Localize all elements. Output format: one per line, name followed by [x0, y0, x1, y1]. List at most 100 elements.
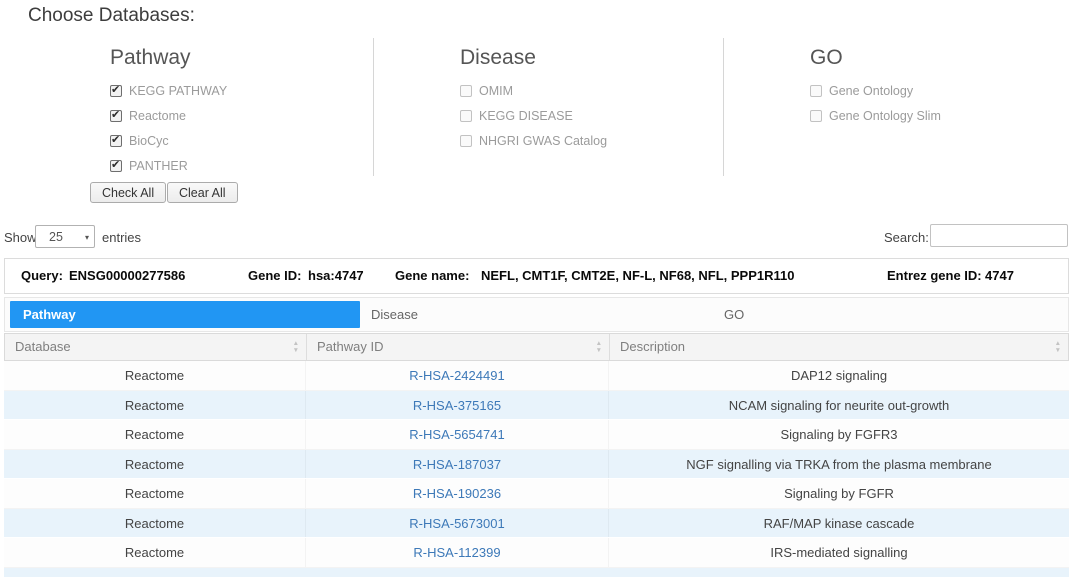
cell-description: DAP12 signaling — [790, 368, 888, 383]
table-row: Reactome R-HSA-5673001 RAF/MAP kinase ca… — [4, 508, 1069, 538]
cell-description: Signaling by FGFR — [784, 486, 894, 501]
checkbox-item-kegg-disease[interactable]: KEGG DISEASE — [460, 108, 710, 123]
cell-pathway-id: R-HSA-190236 — [306, 479, 609, 508]
query-value: ENSG00000277586 — [69, 268, 186, 283]
table-row: Reactome R-HSA-2424491 DAP12 signaling — [4, 361, 1069, 391]
show-label: Show — [4, 230, 37, 245]
cell-description: Signaling by FGFR3 — [780, 427, 898, 442]
search-label: Search: — [884, 230, 929, 245]
checkbox-label: Reactome — [129, 108, 186, 123]
table-row-partial — [4, 567, 1069, 577]
section-header-go: GO — [810, 46, 843, 69]
gene-id-value: hsa:4747 — [308, 268, 364, 283]
pathway-id-link[interactable]: R-HSA-375165 — [413, 398, 501, 413]
tab-pathway[interactable]: Pathway — [10, 301, 360, 328]
cell-pathway-id: R-HSA-5654741 — [306, 420, 609, 449]
checkbox-label: BioCyc — [129, 133, 169, 148]
pathway-id-link[interactable]: R-HSA-190236 — [413, 486, 501, 501]
table-row: Reactome R-HSA-375165 NCAM signaling for… — [4, 390, 1069, 420]
cell-database: Reactome — [4, 420, 306, 449]
checkbox-label: Gene Ontology Slim — [829, 108, 941, 123]
section-divider — [723, 38, 724, 176]
entries-label: entries — [102, 230, 142, 245]
column-header-description[interactable]: Description ▲ ▼ — [610, 334, 1068, 360]
checkbox-gene-ontology[interactable] — [810, 84, 822, 97]
checkbox-omim[interactable] — [460, 84, 472, 97]
section-header-disease: Disease — [460, 46, 536, 69]
column-header-pathway-id[interactable]: Pathway ID ▲ ▼ — [307, 334, 610, 360]
checkbox-panther[interactable] — [110, 159, 122, 172]
tab-disease[interactable]: Disease — [371, 298, 418, 331]
column-header-label: Description — [620, 339, 686, 354]
table-row: Reactome R-HSA-5654741 Signaling by FGFR… — [4, 420, 1069, 450]
pathway-id-link[interactable]: R-HSA-187037 — [413, 457, 501, 472]
check-all-button[interactable]: Check All — [90, 182, 167, 203]
sort-icon[interactable]: ▲ ▼ — [1055, 340, 1061, 354]
checkbox-kegg-pathway[interactable] — [110, 84, 122, 97]
checkbox-item-panther[interactable]: PANTHER — [110, 158, 360, 173]
checkbox-label: PANTHER — [129, 158, 188, 173]
cell-description: NGF signalling via TRKA from the plasma … — [686, 456, 992, 472]
sort-icon[interactable]: ▲ ▼ — [293, 340, 299, 354]
table-row: Reactome R-HSA-190236 Signaling by FGFR — [4, 479, 1069, 509]
chevron-down-icon: ▾ — [84, 233, 89, 242]
cell-database: Reactome — [4, 449, 306, 478]
cell-database: Reactome — [4, 479, 306, 508]
cell-description: RAF/MAP kinase cascade — [763, 515, 915, 531]
checkbox-label: NHGRI GWAS Catalog — [479, 133, 608, 148]
checkbox-item-kegg-pathway[interactable]: KEGG PATHWAY — [110, 83, 360, 98]
pathway-id-link[interactable]: R-HSA-5673001 — [409, 516, 504, 531]
checkbox-gene-ontology-slim[interactable] — [810, 109, 822, 122]
cell-pathway-id: R-HSA-112399 — [306, 538, 609, 567]
cell-pathway-id: R-HSA-5673001 — [306, 508, 609, 537]
page-length-select[interactable]: 25 ▾ — [35, 225, 95, 248]
checkbox-label: KEGG DISEASE — [479, 108, 573, 123]
checkbox-item-reactome[interactable]: Reactome — [110, 108, 360, 123]
checkbox-item-gene-ontology-slim[interactable]: Gene Ontology Slim — [810, 108, 1060, 123]
section-divider — [373, 38, 374, 176]
result-tab-strip: Pathway Disease GO — [4, 297, 1069, 332]
cell-database: Reactome — [4, 508, 306, 537]
pathway-id-link[interactable]: R-HSA-112399 — [413, 545, 500, 560]
sort-icon[interactable]: ▲ ▼ — [596, 340, 602, 354]
tab-pathway-label: Pathway — [23, 307, 76, 322]
query-label: Query: — [21, 268, 63, 283]
cell-database: Reactome — [4, 538, 306, 567]
checkbox-label: Gene Ontology — [829, 83, 914, 98]
checkbox-item-biocyc[interactable]: BioCyc — [110, 133, 360, 148]
table-body: Reactome R-HSA-2424491 DAP12 signaling R… — [4, 361, 1069, 577]
gene-name-value: NEFL, CMT1F, CMT2E, NF-L, NF68, NFL, PPP… — [481, 268, 795, 283]
table-row: Reactome R-HSA-112399 IRS-mediated signa… — [4, 538, 1069, 568]
checkbox-nhgri-gwas[interactable] — [460, 134, 472, 147]
checkbox-label: KEGG PATHWAY — [129, 83, 228, 98]
db-section-pathway: Pathway KEGG PATHWAY Reactome BioCyc PAN… — [110, 46, 360, 183]
checkbox-label: OMIM — [479, 83, 514, 98]
checkbox-item-omim[interactable]: OMIM — [460, 83, 710, 98]
table-row: Reactome R-HSA-187037 NGF signalling via… — [4, 449, 1069, 479]
search-input[interactable] — [930, 224, 1068, 247]
clear-all-button[interactable]: Clear All — [167, 182, 238, 203]
cell-pathway-id: R-HSA-2424491 — [306, 361, 609, 390]
cell-database: Reactome — [4, 390, 306, 419]
cell-pathway-id: R-HSA-375165 — [306, 390, 609, 419]
cell-description: IRS-mediated signalling — [770, 545, 908, 560]
checkbox-reactome[interactable] — [110, 109, 122, 122]
checkbox-biocyc[interactable] — [110, 134, 122, 147]
column-header-label: Pathway ID — [317, 339, 384, 354]
checkbox-kegg-disease[interactable] — [460, 109, 472, 122]
cell-pathway-id: R-HSA-187037 — [306, 449, 609, 478]
checkbox-item-nhgri-gwas[interactable]: NHGRI GWAS Catalog — [460, 133, 710, 148]
pathway-id-link[interactable]: R-HSA-5654741 — [409, 427, 504, 442]
gene-name-label: Gene name: — [395, 268, 470, 283]
query-info-bar: Query: ENSG00000277586 Gene ID: hsa:4747… — [4, 258, 1069, 294]
tab-go[interactable]: GO — [724, 298, 744, 331]
pathway-id-link[interactable]: R-HSA-2424491 — [409, 368, 504, 383]
table-header-row: Database ▲ ▼ Pathway ID ▲ ▼ Description ▲ ▼ — [4, 333, 1069, 361]
cell-database: Reactome — [4, 361, 306, 390]
page-length-value: 25 — [49, 230, 63, 244]
column-header-database[interactable]: Database ▲ ▼ — [5, 334, 307, 360]
section-header-pathway: Pathway — [110, 46, 191, 69]
page-title: Choose Databases: — [28, 5, 195, 26]
checkbox-item-gene-ontology[interactable]: Gene Ontology — [810, 83, 1060, 98]
db-section-disease: Disease OMIM KEGG DISEASE NHGRI GWAS Cat… — [460, 46, 710, 158]
